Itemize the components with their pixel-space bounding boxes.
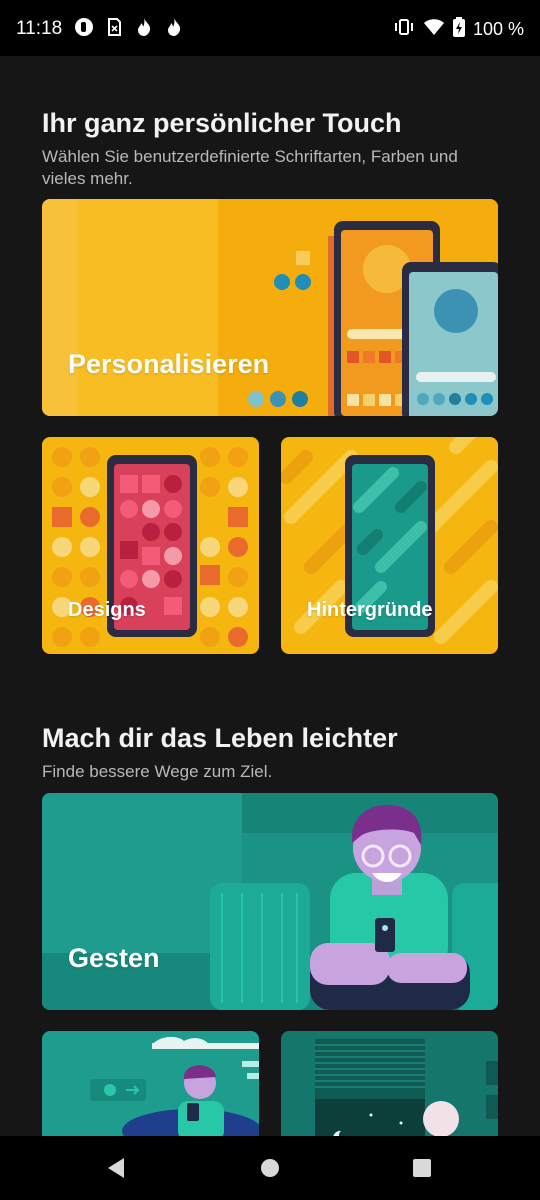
feature-left-illustration — [90, 1036, 259, 1136]
gestures-label: Gesten — [68, 943, 160, 973]
section-title-easier: Mach dir das Leben leichter — [42, 723, 398, 753]
wallpapers-card[interactable]: Hintergründe — [281, 437, 498, 654]
battery-charging-icon — [452, 17, 465, 42]
themes-card[interactable]: Designs — [42, 437, 259, 654]
personalize-label: Personalisieren — [68, 349, 270, 379]
status-time: 11:18 — [16, 18, 63, 39]
battery-percentage: 100 % — [472, 19, 524, 39]
flame-icon — [134, 17, 154, 37]
recents-icon[interactable] — [406, 1152, 438, 1184]
feature-card-right[interactable] — [281, 1031, 498, 1136]
status-bar: 11:18 100 % — [0, 0, 540, 56]
section-subtitle-personal: Wählen Sie benutzerdefinierte Schriftart… — [42, 147, 458, 188]
section-subtitle-easier: Finde bessere Wege zum Ziel. — [42, 762, 273, 781]
gestures-card[interactable]: Gesten — [42, 793, 498, 1010]
system-icons: 100 % — [393, 17, 524, 42]
gestures-illustration — [42, 793, 498, 1010]
sim-card-icon — [104, 17, 124, 37]
personalize-card[interactable]: Personalisieren — [42, 199, 498, 416]
wallpapers-label: Hintergründe — [307, 599, 433, 621]
vibrate-icon — [393, 17, 415, 42]
section-title-personal: Ihr ganz persönlicher Touch — [42, 108, 402, 138]
feature-right-illustration — [315, 1039, 498, 1136]
notification-icons — [74, 17, 184, 37]
main-content[interactable]: Ihr ganz persönlicher Touch Wählen Sie b… — [0, 56, 540, 1136]
themes-label: Designs — [68, 599, 146, 621]
app-notification-icon — [74, 17, 94, 37]
wifi-icon — [423, 18, 445, 41]
navigation-bar — [0, 1136, 540, 1200]
back-icon[interactable] — [100, 1152, 132, 1184]
personalize-illustration — [42, 199, 498, 416]
feature-card-left[interactable] — [42, 1031, 259, 1136]
home-icon[interactable] — [254, 1152, 286, 1184]
flame-icon — [164, 17, 184, 37]
